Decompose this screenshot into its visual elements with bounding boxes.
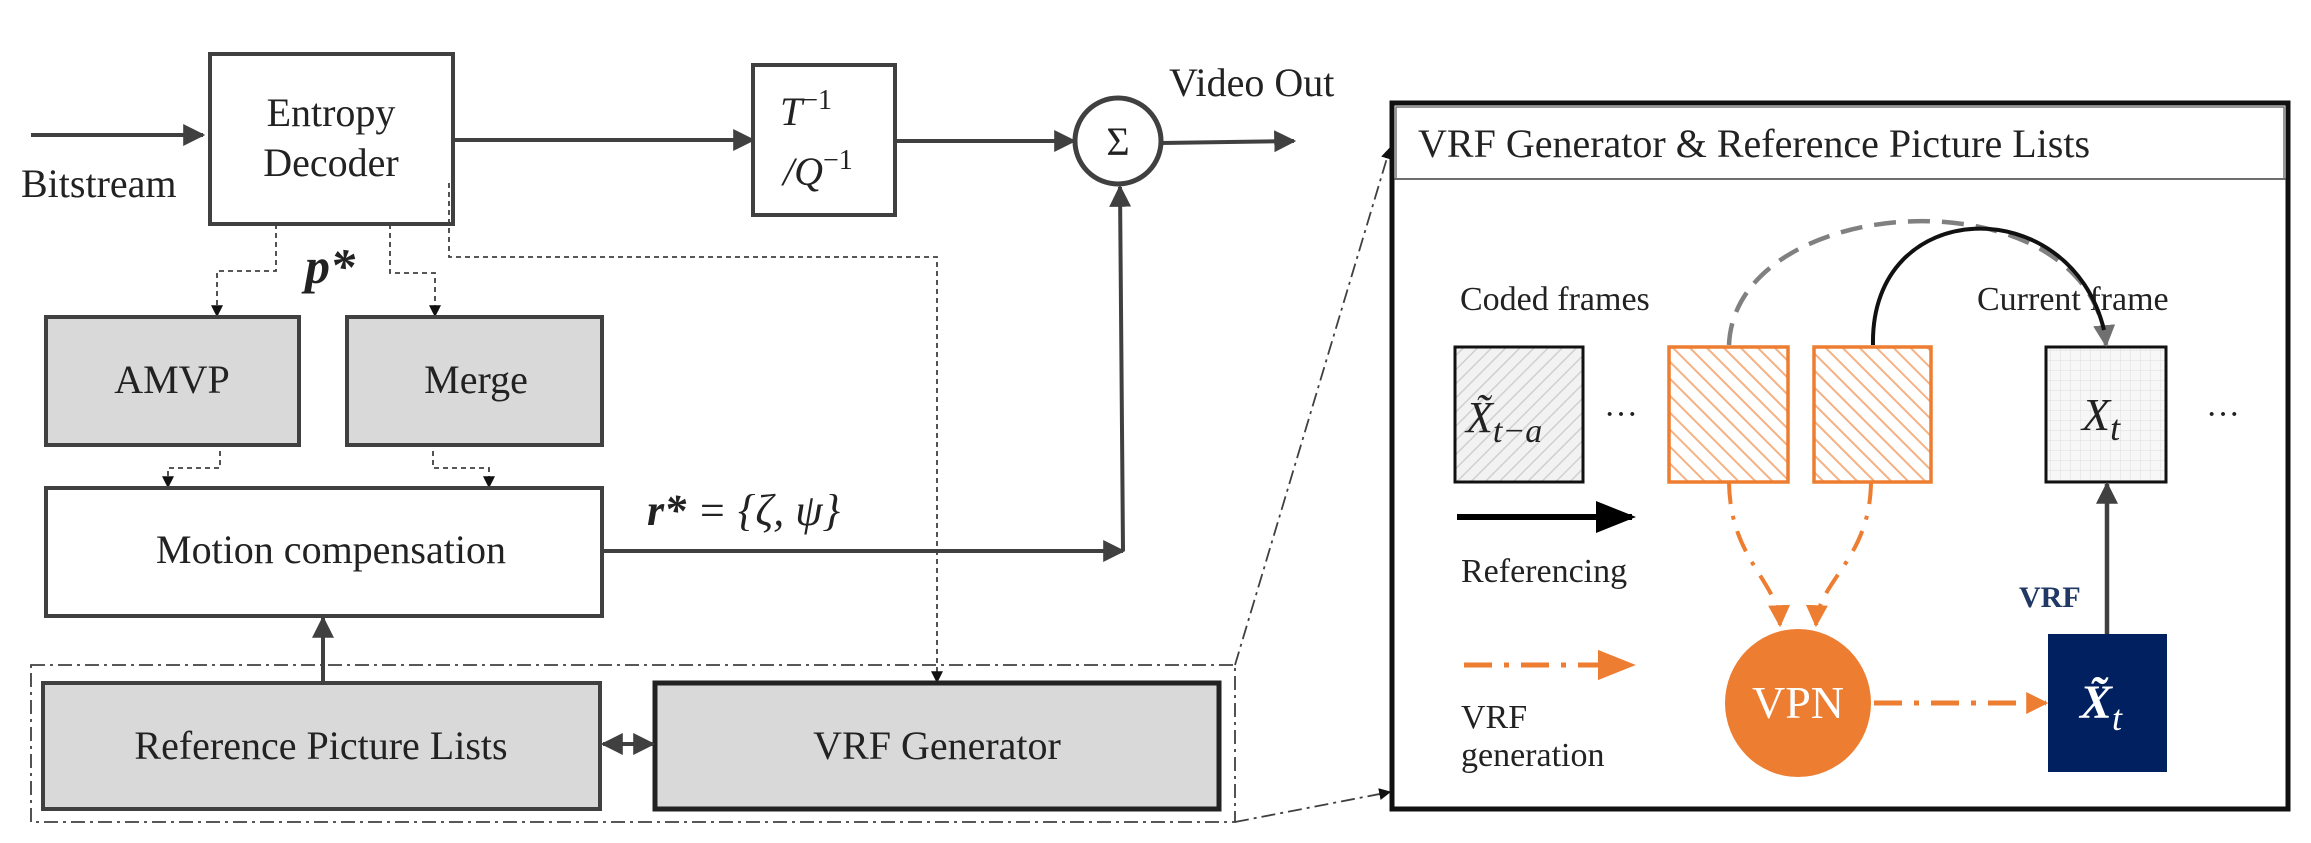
entropy-decoder-block: Entropy Decoder [208,52,455,226]
video-out-label: Video Out [1169,60,1334,105]
amvp-label: AMVP [114,357,230,402]
vpn-label: VPN [1752,677,1844,728]
current-frame-label: Current frame [1977,281,2169,318]
coded-frames-label: Coded frames [1460,281,1650,318]
vrf-label: VRF [2019,581,2081,614]
video-out-arrow [1160,130,1297,153]
entropy-to-amvp-dotted [211,224,277,318]
merge-label: Merge [424,357,528,402]
zoom-connector-top [1234,146,1393,666]
sum-symbol: Σ [1106,119,1129,164]
vrf-frame: X̃t [2048,634,2167,772]
coded-frame-t-minus-a: X̃t−a [1453,345,1585,484]
entropy-decoder-label-1: Entropy [267,90,396,135]
p-star-label: p* [301,238,356,294]
motion-comp-to-sum-arrow [1109,184,1132,552]
ellipsis-left: ··· [1604,396,1638,433]
reference-frame-1 [1667,345,1790,484]
ellipsis-right: ··· [2206,396,2240,433]
decoder-diagram: Bitstream Entropy Decoder T−1 /Q−1 Σ Vid… [21,52,2291,823]
merge-block: Merge [345,315,604,447]
current-frame: Xt [2044,345,2168,484]
r-star-label: r* = {ζ, ψ} [647,486,841,535]
reference-picture-lists-label: Reference Picture Lists [134,723,507,768]
detail-panel-title: VRF Generator & Reference Picture Lists [1418,121,2090,166]
motion-compensation-block: Motion compensation [44,486,604,618]
legend-vrf-generation-label-2: generation [1461,737,1605,774]
zoom-connector-bottom [1234,788,1392,823]
vrf-generator-label: VRF Generator [813,723,1061,768]
bitstream-label: Bitstream [21,161,177,206]
amvp-block: AMVP [44,315,301,447]
legend-referencing-label: Referencing [1461,553,1627,590]
reference-frame-2 [1812,345,1933,484]
legend-vrf-generation-label-1: VRF [1461,699,1527,736]
inverse-transform-quant-block: T−1 /Q−1 [751,63,897,217]
motion-compensation-label: Motion compensation [156,527,506,572]
reference-picture-lists-block: Reference Picture Lists [41,681,602,811]
entropy-decoder-label-2: Decoder [263,140,398,185]
sum-node: Σ [1072,95,1164,187]
entropy-to-merge-dotted [389,224,441,318]
vpn-node: VPN [1725,629,1871,777]
vrf-generator-block: VRF Generator [652,680,1222,812]
